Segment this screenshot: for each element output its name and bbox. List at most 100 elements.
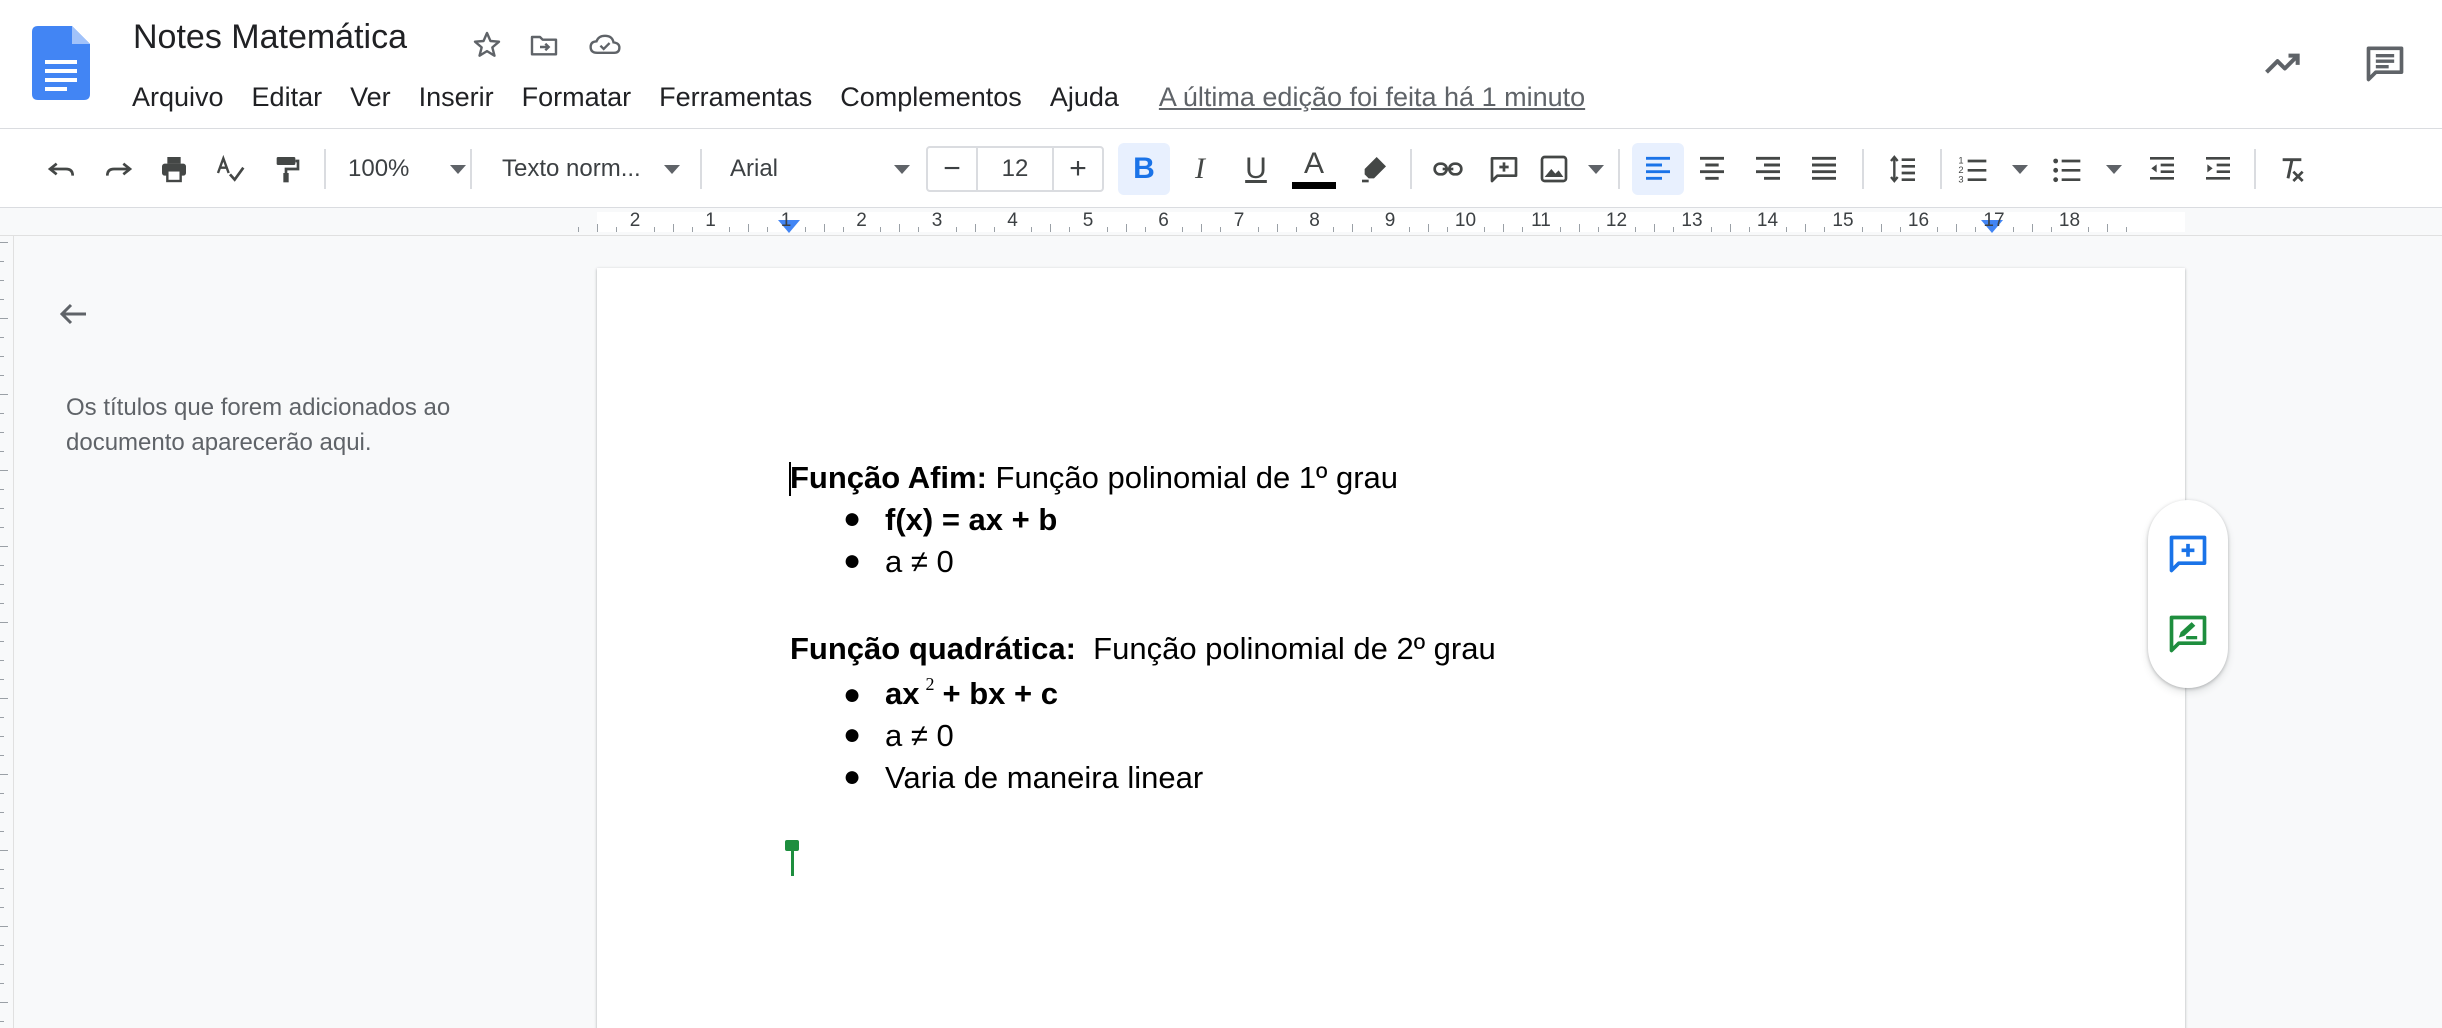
- paragraph-style-select[interactable]: Texto norm...: [502, 129, 680, 209]
- bullet-icon: ●: [843, 678, 862, 711]
- menu-ajuda[interactable]: Ajuda: [1036, 78, 1133, 117]
- align-left-icon: [1646, 156, 1670, 180]
- ruler-tick: [1106, 227, 1108, 232]
- bold-icon: B: [1133, 152, 1155, 185]
- ruler-tick: [1371, 227, 1373, 232]
- ruler-tick: [880, 227, 882, 232]
- bulleted-list-button[interactable]: [2050, 129, 2122, 209]
- increase-indent-icon[interactable]: [2194, 129, 2242, 209]
- list-item[interactable]: f(x) = ax + b: [885, 502, 1057, 538]
- ruler-number: 8: [1309, 210, 1320, 231]
- vertical-ruler-tick: [0, 983, 4, 984]
- star-icon[interactable]: [466, 24, 508, 66]
- ruler-number: 3: [931, 210, 943, 231]
- ruler-tick: [993, 227, 995, 232]
- heading-normal-text: Função polinomial de 2º grau: [1075, 631, 1496, 666]
- list-item[interactable]: Varia de maneira linear: [885, 760, 1203, 796]
- vertical-ruler-tick: [0, 698, 8, 699]
- ruler-tick: [1446, 227, 1448, 232]
- heading-normal-text: Função polinomial de 1º grau: [986, 460, 1399, 495]
- align-right-icon[interactable]: [1744, 129, 1792, 209]
- italic-button[interactable]: I: [1176, 129, 1224, 209]
- menu-ver[interactable]: Ver: [336, 78, 405, 117]
- cloud-status-icon[interactable]: [584, 24, 626, 66]
- paragraph-style-value: Texto norm...: [502, 155, 641, 182]
- ruler-tick: [842, 227, 844, 232]
- ruler-tick: [2050, 227, 2052, 232]
- vertical-ruler-tick: [0, 926, 8, 927]
- decrease-font-size-button[interactable]: −: [928, 148, 976, 190]
- menu-ferramentas[interactable]: Ferramentas: [645, 78, 826, 117]
- comments-icon[interactable]: [2358, 36, 2412, 90]
- vertical-ruler-tick: [0, 565, 4, 566]
- menu-complementos[interactable]: Complementos: [826, 78, 1036, 117]
- highlight-color-icon[interactable]: [1350, 129, 1398, 209]
- vertical-ruler-tick: [0, 356, 4, 357]
- ruler-tick: [1144, 227, 1146, 232]
- move-to-folder-icon[interactable]: [523, 24, 565, 66]
- spellcheck-icon[interactable]: [208, 129, 252, 209]
- align-justify-icon[interactable]: [1800, 129, 1848, 209]
- vertical-ruler-tick: [0, 1002, 8, 1003]
- last-edit-link[interactable]: A última edição foi feita há 1 minuto: [1159, 82, 1585, 113]
- redo-icon[interactable]: [96, 129, 140, 209]
- menu-inserir[interactable]: Inserir: [405, 78, 508, 117]
- ruler-number: 6: [1158, 210, 1169, 231]
- suggest-edit-icon[interactable]: [2162, 608, 2214, 660]
- document-title[interactable]: Notes Matemática: [133, 18, 407, 57]
- text-cursor: [789, 462, 791, 496]
- heading-funcao-quadratica[interactable]: Função quadrática: Função polinomial de …: [790, 631, 1496, 667]
- decrease-indent-icon[interactable]: [2138, 129, 2186, 209]
- vertical-ruler-tick: [0, 831, 4, 832]
- horizontal-ruler[interactable]: 2 1 1 2 3 4 5 6 7 8 9 10 11 12 13 14 15 16 17 18: [0, 208, 2442, 236]
- google-docs-window: Notes Matemática Arquivo Editar Ver Inse…: [0, 0, 2442, 1028]
- list-item[interactable]: a ≠ 0: [885, 544, 954, 580]
- list-item[interactable]: a ≠ 0: [885, 718, 954, 754]
- vertical-ruler-tick: [0, 812, 4, 813]
- font-family-select[interactable]: Arial: [730, 129, 910, 209]
- svg-text:3: 3: [1958, 174, 1963, 184]
- text-color-button[interactable]: A: [1290, 129, 1338, 209]
- ruler-tick: [974, 224, 976, 232]
- align-left-button[interactable]: [1632, 143, 1684, 195]
- close-outline-button[interactable]: [52, 292, 96, 336]
- numbered-list-button[interactable]: 123: [1956, 129, 2028, 209]
- heading-funcao-afim[interactable]: Função Afim: Função polinomial de 1º gra…: [790, 460, 1398, 496]
- vertical-ruler-tick: [0, 793, 4, 794]
- ruler-tick: [1710, 227, 1712, 232]
- align-center-icon[interactable]: [1688, 129, 1736, 209]
- vertical-ruler-tick: [0, 413, 4, 414]
- collaborator-cursor: [791, 846, 794, 876]
- bullet-icon: ●: [843, 718, 862, 751]
- ruler-tick: [1276, 224, 1278, 232]
- list-item[interactable]: ax 2 + bx + c: [885, 674, 1058, 712]
- font-size-control: − 12 +: [926, 146, 1104, 192]
- ruler-tick: [1899, 227, 1901, 232]
- vertical-ruler-tick: [0, 774, 8, 775]
- undo-icon[interactable]: [40, 129, 84, 209]
- print-icon[interactable]: [152, 129, 196, 209]
- increase-font-size-button[interactable]: +: [1054, 148, 1102, 190]
- menu-editar[interactable]: Editar: [238, 78, 337, 117]
- paint-format-icon[interactable]: [264, 129, 308, 209]
- zoom-select[interactable]: 100%: [348, 129, 466, 209]
- insert-link-icon[interactable]: [1424, 129, 1472, 209]
- insert-image-button[interactable]: [1538, 129, 1604, 209]
- ruler-tick: [823, 224, 825, 232]
- bold-button[interactable]: B: [1118, 143, 1170, 195]
- vertical-ruler-tick: [0, 489, 4, 490]
- menu-arquivo[interactable]: Arquivo: [118, 78, 238, 117]
- ruler-tick: [1069, 227, 1071, 232]
- insert-comment-icon[interactable]: [1480, 129, 1528, 209]
- clear-formatting-icon[interactable]: [2268, 129, 2316, 209]
- vertical-ruler-tick: [0, 470, 8, 471]
- line-spacing-icon[interactable]: [1878, 129, 1928, 209]
- font-size-input[interactable]: 12: [976, 148, 1054, 190]
- vertical-ruler-tick: [0, 527, 4, 528]
- docs-logo-icon[interactable]: [32, 26, 90, 100]
- ruler-tick: [804, 227, 806, 232]
- add-comment-icon[interactable]: [2162, 528, 2214, 580]
- menu-formatar[interactable]: Formatar: [508, 78, 646, 117]
- activity-trend-icon[interactable]: [2256, 36, 2310, 90]
- underline-button[interactable]: U: [1232, 129, 1280, 209]
